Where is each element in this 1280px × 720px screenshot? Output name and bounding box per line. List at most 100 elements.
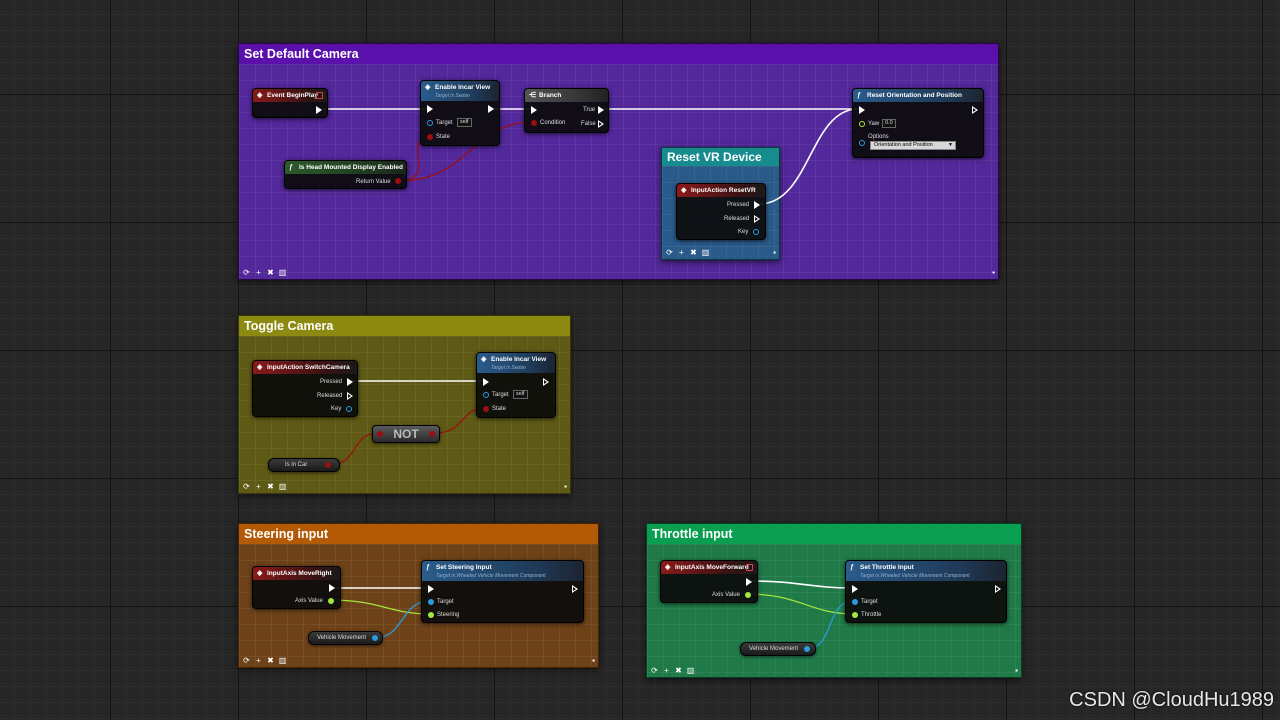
event-icon: ◈ [257,364,263,371]
close-icon[interactable]: ✖ [674,666,683,675]
exec-out-pin[interactable] [972,106,978,114]
event-icon: ◈ [257,570,263,577]
delete-icon[interactable]: ▥ [278,656,287,665]
pressed-out-pin[interactable] [347,378,353,386]
condition-pin[interactable] [531,120,537,126]
var-label: Is in Car [285,462,308,468]
comment-title[interactable]: Toggle Camera [239,316,570,336]
node-set-throttle-input[interactable]: ƒ Set Throttle Input Target is Wheeled Veh… [845,560,1007,623]
axis-value-pin[interactable] [328,598,334,604]
node-input-reset-vr[interactable]: ◈ InputAction ResetVR Pressed Released Ke… [676,183,766,240]
target-value[interactable]: self [457,118,472,127]
close-icon[interactable]: ✖ [689,248,698,257]
var-output-pin[interactable] [325,462,331,468]
exec-out-pin[interactable] [488,105,494,113]
exec-in-pin[interactable] [531,106,537,114]
resize-handle[interactable]: ▪ [1015,666,1018,675]
var-output-pin[interactable] [804,646,810,652]
exec-in-pin[interactable] [859,106,865,114]
comment-title[interactable]: Reset VR Device [662,148,779,166]
node-enable-incar-view[interactable]: ◈ Enable Incar View Target is Sedan Target… [420,80,500,146]
close-icon[interactable]: ✖ [266,268,275,277]
pressed-out-pin[interactable] [754,201,760,209]
delete-icon[interactable]: ▥ [686,666,695,675]
delete-icon[interactable]: ▥ [278,482,287,491]
delegate-pin-icon[interactable] [316,92,323,99]
key-pin[interactable] [346,406,352,412]
resize-handle[interactable]: ▪ [564,482,567,491]
node-branch[interactable]: ⋲ Branch True Condition False [524,88,609,133]
not-input-pin[interactable] [377,431,383,437]
target-pin[interactable] [483,392,489,398]
node-set-steering-input[interactable]: ƒ Set Steering Input Target is Wheeled Veh… [421,560,584,623]
released-out-pin[interactable] [347,392,353,400]
yaw-value[interactable]: 0.0 [882,119,896,128]
exec-in-pin[interactable] [428,585,434,593]
yaw-pin[interactable] [859,121,865,127]
node-input-move-right[interactable]: ◈ InputAxis MoveRight Axis Value [252,566,341,609]
node-reset-orientation[interactable]: ƒ Reset Orientation and Position Yaw 0.0 … [852,88,984,158]
node-not[interactable]: NOT [372,425,440,443]
options-pin[interactable] [859,140,865,146]
resize-handle[interactable]: ▪ [592,656,595,665]
delete-icon[interactable]: ▥ [278,268,287,277]
released-out-pin[interactable] [754,215,760,223]
target-pin[interactable] [852,599,858,605]
var-is-in-car[interactable]: Is in Car [268,458,340,472]
resize-handle[interactable]: ▪ [992,268,995,277]
node-is-hmd-enabled[interactable]: ƒ Is Head Mounted Display Enabled Return … [284,160,407,189]
state-pin[interactable] [427,134,433,140]
false-out-pin[interactable] [598,120,604,128]
close-icon[interactable]: ✖ [266,482,275,491]
return-pin[interactable] [395,178,401,184]
add-icon[interactable]: + [677,248,686,257]
exec-out-pin[interactable] [543,378,549,386]
add-icon[interactable]: + [254,656,263,665]
add-icon[interactable]: + [254,482,263,491]
state-pin[interactable] [483,406,489,412]
refresh-icon[interactable]: ⟳ [650,666,659,675]
exec-out-pin[interactable] [572,585,578,593]
close-icon[interactable]: ✖ [266,656,275,665]
refresh-icon[interactable]: ⟳ [242,656,251,665]
node-title: Branch [539,92,562,99]
throttle-pin[interactable] [852,612,858,618]
exec-out-pin[interactable] [329,584,335,592]
add-icon[interactable]: + [254,268,263,277]
exec-in-pin[interactable] [852,585,858,593]
comment-title[interactable]: Steering input [239,524,598,544]
refresh-icon[interactable]: ⟳ [242,268,251,277]
axis-value-label: Axis Value [712,592,740,598]
target-pin[interactable] [427,120,433,126]
function-icon: ◈ [481,356,487,363]
key-pin[interactable] [753,229,759,235]
refresh-icon[interactable]: ⟳ [665,248,674,257]
refresh-icon[interactable]: ⟳ [242,482,251,491]
true-out-pin[interactable] [598,106,604,114]
node-enable-incar-view-2[interactable]: ◈ Enable Incar View Target is Sedan Target… [476,352,556,418]
exec-in-pin[interactable] [427,105,433,113]
node-event-beginplay[interactable]: ◈ Event BeginPlay [252,88,328,118]
var-vehicle-movement-1[interactable]: Vehicle Movement [308,631,383,645]
target-value[interactable]: self [513,390,528,399]
target-pin[interactable] [428,599,434,605]
comment-title[interactable]: Throttle input [647,524,1021,544]
axis-value-pin[interactable] [745,592,751,598]
resize-handle[interactable]: ▪ [773,248,776,257]
exec-out-pin[interactable] [316,106,322,114]
var-vehicle-movement-2[interactable]: Vehicle Movement [740,642,816,656]
exec-out-pin[interactable] [746,578,752,586]
var-output-pin[interactable] [372,635,378,641]
exec-in-pin[interactable] [483,378,489,386]
node-input-move-forward[interactable]: ◈ InputAxis MoveForward Axis Value [660,560,758,603]
delete-icon[interactable]: ▥ [701,248,710,257]
not-output-pin[interactable] [429,431,435,437]
options-dropdown[interactable]: Orientation and Position ▼ [870,141,956,150]
delegate-pin-icon[interactable] [746,564,753,571]
node-input-switch-camera[interactable]: ◈ InputAction SwitchCamera Pressed Releas… [252,360,358,417]
yaw-label: Yaw [868,121,880,127]
exec-out-pin[interactable] [995,585,1001,593]
add-icon[interactable]: + [662,666,671,675]
steering-pin[interactable] [428,612,434,618]
comment-title[interactable]: Set Default Camera [239,44,998,64]
